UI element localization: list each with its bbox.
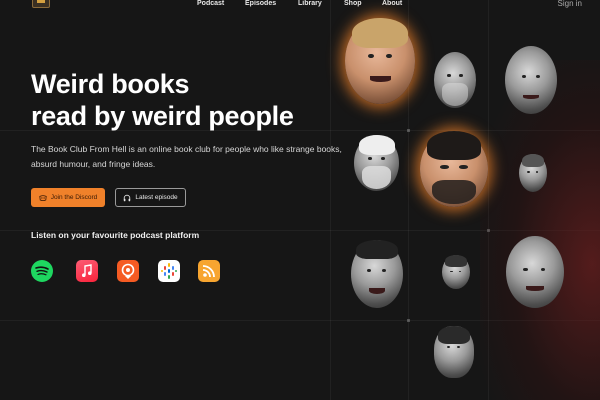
- author-portrait[interactable]: [351, 240, 403, 308]
- rss-icon[interactable]: [198, 260, 220, 282]
- headphones-icon: [124, 194, 131, 201]
- spotify-icon[interactable]: [31, 260, 53, 282]
- sign-in-link[interactable]: Sign in: [558, 0, 582, 8]
- grid-dot: [407, 319, 410, 322]
- latest-episode-label: Latest episode: [135, 194, 178, 201]
- author-portrait[interactable]: [345, 18, 415, 104]
- author-portrait[interactable]: [354, 135, 399, 191]
- author-portrait[interactable]: [442, 255, 470, 289]
- author-portrait[interactable]: [434, 52, 476, 108]
- hero-title-line-1: Weird books: [31, 69, 190, 99]
- author-portrait[interactable]: [505, 46, 557, 114]
- author-portrait[interactable]: [506, 236, 564, 308]
- grid-line: [330, 0, 331, 400]
- hero-title-line-2: read by weird people: [31, 101, 294, 131]
- nav-item-episodes[interactable]: Episodes: [245, 0, 276, 7]
- discord-icon: [39, 194, 47, 201]
- nav-item-podcast[interactable]: Podcast: [197, 0, 224, 7]
- grid-dot: [407, 129, 410, 132]
- join-discord-label: Join the Discord: [50, 194, 98, 201]
- platforms-heading: Listen on your favourite podcast platfor…: [31, 230, 200, 240]
- nav-item-shop[interactable]: Shop: [344, 0, 362, 7]
- site-logo[interactable]: [32, 0, 50, 8]
- join-discord-button[interactable]: Join the Discord: [31, 188, 105, 207]
- author-portrait[interactable]: [434, 326, 474, 378]
- nav-item-about[interactable]: About: [382, 0, 402, 7]
- apple-podcasts-icon[interactable]: [76, 260, 98, 282]
- castbox-icon[interactable]: [117, 260, 139, 282]
- nav-item-library[interactable]: Library: [298, 0, 322, 7]
- page: Podcast Episodes Library Shop About Sign…: [0, 0, 600, 400]
- latest-episode-button[interactable]: Latest episode: [115, 188, 186, 207]
- hero-title: Weird books read by weird people: [31, 68, 351, 132]
- google-podcasts-icon[interactable]: [158, 260, 180, 282]
- hero-description: The Book Club From Hell is an online boo…: [31, 144, 342, 169]
- author-portrait[interactable]: [519, 154, 547, 192]
- author-portrait[interactable]: [420, 131, 488, 207]
